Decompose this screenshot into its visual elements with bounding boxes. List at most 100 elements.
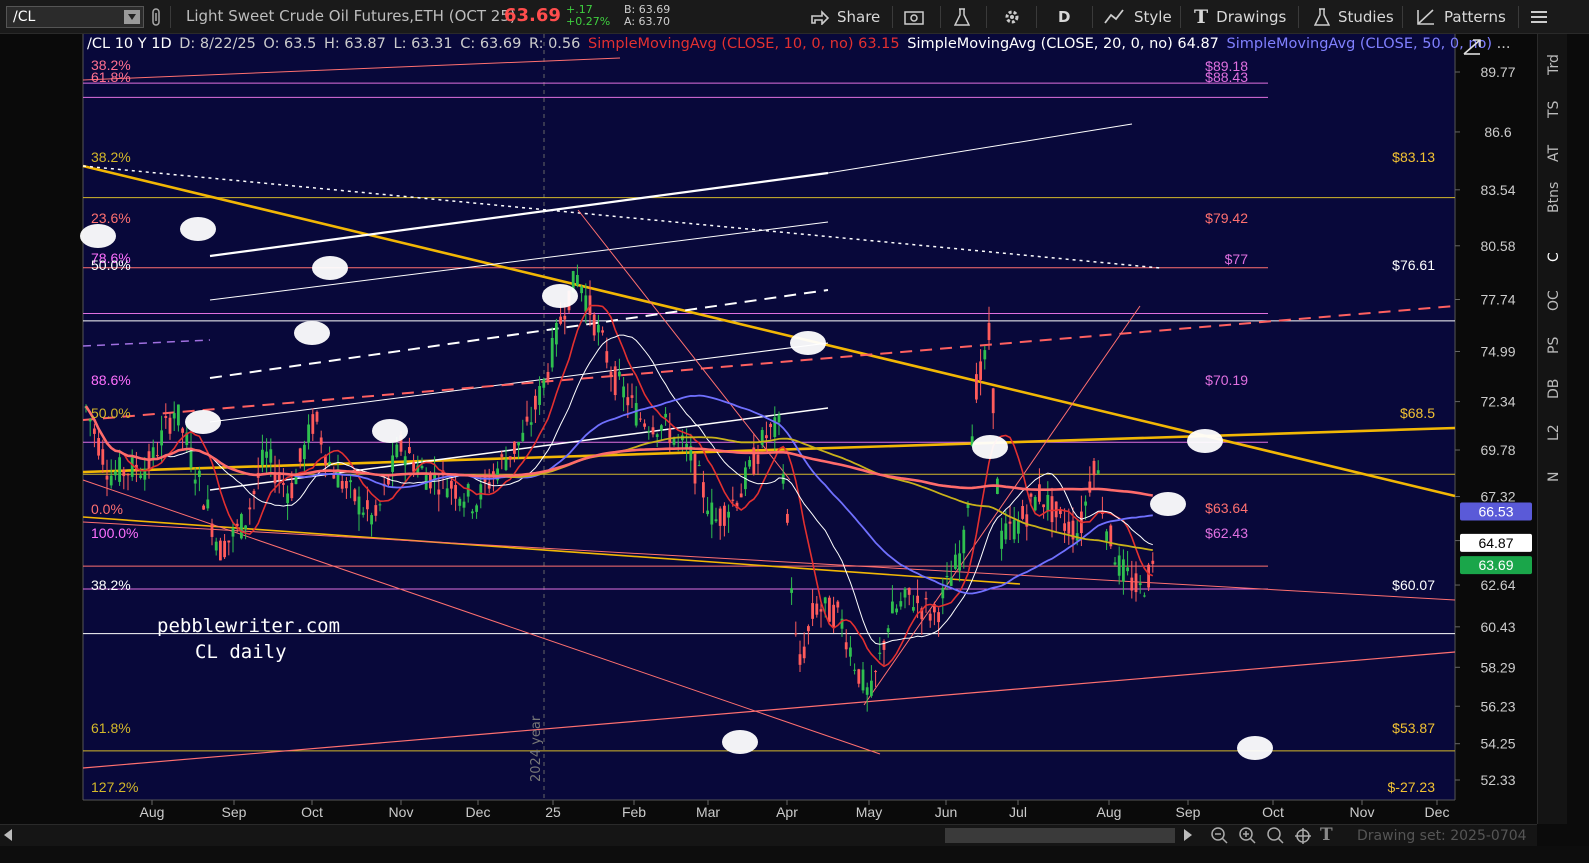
right-tab-c[interactable]: C [1546,238,1562,276]
candle-body [1143,595,1146,597]
candle-body [319,437,323,445]
candle-body [261,449,264,466]
right-tab-n[interactable]: N [1546,458,1562,496]
share-button[interactable]: Share [810,0,880,34]
annotation-oval [180,217,216,241]
drawings-button[interactable]: T Drawings [1194,0,1286,34]
candle-body [130,457,134,477]
drawings-label: Drawings [1216,8,1287,26]
candle-body [1088,481,1092,493]
candle-body [160,430,163,446]
candle-body [1012,519,1016,540]
drawing-set-label[interactable]: Drawing set: 2025-0704 [1357,828,1527,844]
patterns-button[interactable]: Patterns [1416,0,1506,34]
flask-button[interactable] [954,0,970,34]
candle-body [655,434,659,437]
candle-body [941,587,945,599]
link-icon[interactable] [150,0,162,34]
menu-button[interactable] [1530,0,1548,34]
info-more[interactable]: ... [1497,36,1511,52]
fib-percent-label: 50.0% [91,405,131,421]
annotation-oval [1237,736,1273,760]
fib-percent-label: 0.0% [91,501,123,517]
fib-percent-label: 127.2% [91,779,138,795]
candle-body [1004,523,1008,540]
price-axis-label: 58.29 [1480,659,1515,675]
candle-body [1050,496,1054,523]
price-level-label: $77 [1225,251,1249,267]
chevron-down-icon[interactable] [124,10,140,24]
annotation-oval [185,410,221,434]
candle-body [576,274,579,286]
right-tab-oc[interactable]: OC [1546,282,1562,320]
candle-body [592,314,596,336]
price-level-label: $53.87 [1392,720,1435,736]
time-axis-label: Dec [466,804,491,820]
candle-body [798,654,802,665]
right-tab-at[interactable]: AT [1546,134,1562,172]
candle-body [462,501,466,508]
candle-body [1042,504,1045,508]
candle-body [454,485,457,499]
scroll-left-icon[interactable] [4,829,12,841]
annotation-oval [722,730,758,754]
price-axis-label: 83.54 [1480,182,1515,198]
scroll-thumb[interactable] [945,828,1175,843]
share-icon [811,10,830,25]
sma50-label[interactable]: SimpleMovingAvg (CLOSE, 50, 0, no) [1227,36,1493,52]
settings-button[interactable] [1002,0,1022,34]
time-scrollbar[interactable]: T Drawing set: 2025-0704 [0,824,1537,846]
candle-body [315,411,319,422]
net-change-percent: +0.27% [566,15,611,28]
candle-body [265,451,268,458]
sma20-badge: 64.87 [1478,535,1513,551]
right-tab-l2[interactable]: L2 [1546,414,1562,452]
time-axis-label: Dec [1425,804,1450,820]
candle-body [609,371,613,376]
candle-body [521,432,525,442]
annotation-oval [294,321,330,345]
fib-percent-label: 61.8% [91,720,131,736]
sma20-value: 64.87 [1177,36,1219,52]
candle-body [1113,562,1117,565]
candle-body [198,470,201,478]
expand-chart-icon[interactable] [1462,38,1482,60]
candle-body [357,496,361,515]
sma10-label[interactable]: SimpleMovingAvg (CLOSE, 10, 0, no) [588,36,854,52]
candle-body [618,371,621,377]
candle-body [1033,496,1037,511]
price-chart[interactable]: 89.77 86.6 83.54 80.58 77.74 74.99 72.34 69.78 6… [0,34,1537,824]
candle-body [206,499,210,509]
price-axis-label: 54.25 [1480,736,1515,752]
right-tab-ps[interactable]: PS [1546,326,1562,364]
candle-body [286,493,289,504]
right-tab-db[interactable]: DB [1546,370,1562,408]
last-price-badge: 63.69 [1478,557,1513,573]
studies-button[interactable]: Studies [1314,0,1394,34]
sma20-label[interactable]: SimpleMovingAvg (CLOSE, 20, 0, no) [907,36,1173,52]
price-level-label: $60.07 [1392,577,1435,593]
candle-body [1017,520,1020,534]
watermark: pebblewriter.com CL daily [157,613,340,665]
gear-icon [1005,10,1019,24]
screenshot-button[interactable] [904,0,924,34]
price-axis-label: 77.74 [1480,291,1515,307]
period-selector[interactable]: D [1058,0,1070,34]
right-tab-btns[interactable]: Btns [1546,178,1562,216]
style-button[interactable]: Style [1104,0,1172,34]
info-open: O: 63.5 [263,36,317,52]
candle-body [479,484,483,500]
text-annotation-icon[interactable]: T [1320,825,1333,845]
right-tab-trd[interactable]: Trd [1546,46,1562,84]
scroll-right-icon[interactable] [1184,829,1192,841]
time-axis-label: 25 [545,804,561,820]
info-high: H: 63.87 [323,36,386,52]
candle-body [122,469,126,477]
right-tab-ts[interactable]: TS [1546,90,1562,128]
time-axis-label: Nov [389,804,414,820]
candle-body [202,505,205,510]
symbol-selector[interactable]: /CL [6,6,144,28]
candle-body [513,441,516,454]
candle-body [542,379,546,388]
candle-body [345,480,348,489]
